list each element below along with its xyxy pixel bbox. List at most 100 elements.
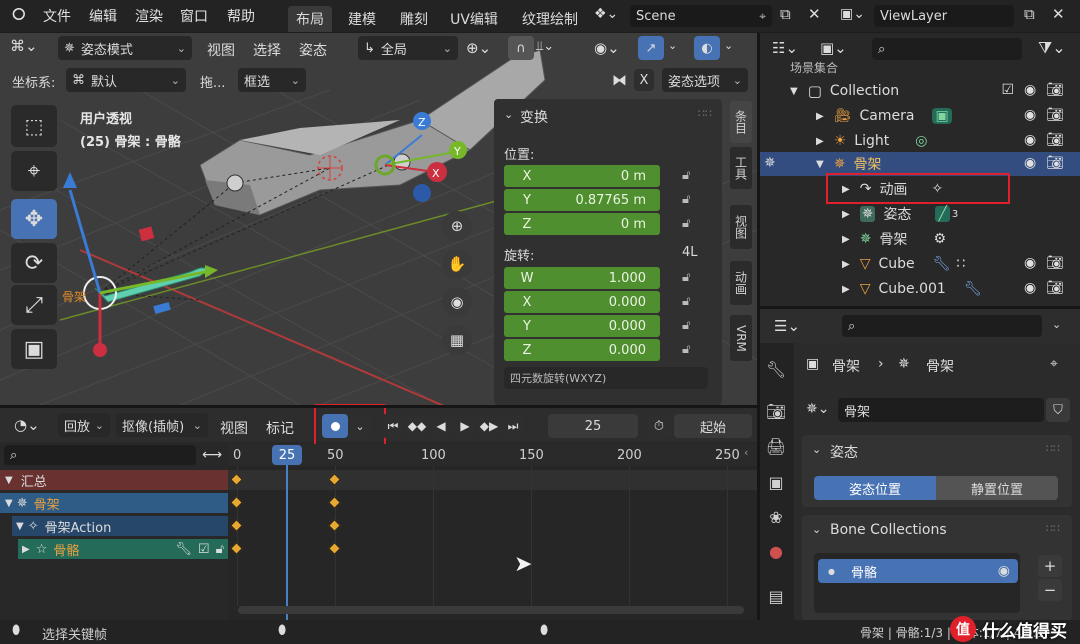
expand-camera-icon[interactable]: ▶︎ — [816, 111, 824, 122]
jump-key-back-button[interactable]: ◆◆ — [406, 414, 428, 438]
tab-layout[interactable]: 布局 — [288, 6, 332, 32]
properties-editor-type-icon[interactable]: ☰⌄ — [774, 317, 800, 335]
timeline-scrollbar[interactable] — [238, 606, 744, 614]
editor-type-icon[interactable]: ⌘⌄ — [10, 37, 38, 55]
expand-cube-001-icon[interactable]: ▶︎ — [842, 284, 850, 295]
pose-section-drag-icon[interactable]: ∷∷ — [1046, 442, 1060, 455]
play-button[interactable]: ▶︎ — [454, 414, 476, 438]
expand-armature-outliner-icon[interactable]: ▼ — [816, 159, 824, 170]
properties-search-input[interactable]: ⌕ — [842, 315, 1042, 337]
new-scene-icon[interactable]: ⧉ — [780, 5, 791, 23]
outliner-item-cube-001[interactable]: ▶︎ ▽ Cube.001 🔧︎ — [842, 277, 982, 301]
collection-properties-icon[interactable]: ▤ — [764, 587, 788, 606]
snap-toggle[interactable]: ∩ — [508, 36, 534, 60]
camera-view-button[interactable]: ◉ — [442, 287, 472, 317]
pose-options-dropdown[interactable]: 姿态选项 ⌄ — [662, 68, 748, 92]
expand-armature-data-icon[interactable]: ▶︎ — [842, 234, 850, 245]
timeline-menu-view[interactable]: 视图 — [220, 418, 248, 438]
jump-start-button[interactable]: ⏮︎ — [382, 414, 404, 438]
location-z-field[interactable]: Z0 m — [504, 213, 660, 235]
sidebar-tab-vrm[interactable]: VRM — [730, 315, 752, 361]
bone-collection-item[interactable]: ● 骨骼 ◉ — [818, 559, 1018, 583]
overlay-dropdown-icon[interactable]: ⌄ — [724, 39, 733, 52]
menu-edit[interactable]: 编辑 — [89, 6, 117, 26]
rest-position-button[interactable]: 静置位置 — [936, 476, 1058, 500]
expand-armature-icon[interactable]: ▼ — [5, 498, 13, 509]
start-frame-field[interactable]: 起始 — [674, 414, 752, 438]
timeline-editor-type-icon[interactable]: ◔⌄ — [14, 416, 40, 434]
armature-eye-icon[interactable]: ◉ — [1024, 155, 1036, 171]
menu-pose[interactable]: 姿态 — [299, 40, 327, 60]
tab-modeling[interactable]: 建模 — [340, 6, 384, 32]
scene-field[interactable]: Scene ⌖ — [630, 5, 772, 27]
menu-help[interactable]: 帮助 — [227, 6, 255, 26]
cube-001-eye-icon[interactable]: ◉ — [1024, 280, 1036, 296]
pivot-icon[interactable]: ⊕⌄ — [466, 39, 491, 57]
delete-view-layer-icon[interactable]: ✕ — [1052, 5, 1065, 23]
sync-channels-icon[interactable]: ⟷ — [202, 447, 222, 463]
output-properties-icon[interactable]: 🖨︎ — [764, 437, 788, 456]
lock-rotation-y-icon[interactable]: 🔓︎ — [682, 318, 690, 333]
zoom-button[interactable]: ⊕ — [442, 211, 472, 241]
outliner-editor-type-icon[interactable]: ☷⌄ — [772, 39, 798, 57]
new-view-layer-icon[interactable]: ⧉ — [1024, 5, 1035, 23]
tool-transform[interactable]: ▣ — [11, 329, 57, 369]
x-mirror-badge[interactable]: X — [634, 69, 654, 91]
camera-eye-icon[interactable]: ◉ — [1024, 107, 1036, 123]
tool-scale[interactable]: ⤢ — [11, 285, 57, 325]
drag-dropdown[interactable]: 框选 ⌄ — [238, 68, 306, 92]
dopesheet-area[interactable] — [228, 466, 757, 620]
lock-location-z-icon[interactable]: 🔓︎ — [682, 216, 690, 231]
cube-vertex-group-icon[interactable]: ∷ — [956, 256, 965, 272]
outliner-search-input[interactable]: ⌕ — [872, 38, 1022, 60]
gizmo-toggle[interactable]: ↗ — [638, 36, 664, 60]
current-frame-field[interactable]: 25 — [548, 414, 638, 438]
expand-summary-icon[interactable]: ▼ — [5, 475, 13, 486]
bone-collections-title[interactable]: Bone Collections — [830, 522, 947, 538]
pin-properties-icon[interactable]: ⌖ — [1050, 356, 1058, 372]
channel-search-input[interactable]: ⌕ — [4, 445, 196, 465]
pose-section-title[interactable]: 姿态 — [830, 442, 858, 462]
sidebar-tab-view[interactable]: 视图 — [730, 205, 752, 249]
mode-dropdown[interactable]: ✵ 姿态模式 ⌄ — [58, 36, 192, 60]
channel-summary[interactable]: ▼ 汇总 — [0, 470, 228, 490]
view-layer-icon[interactable]: ▣⌄ — [840, 6, 865, 22]
armature-datablock-field[interactable]: 骨架 — [838, 398, 1044, 422]
overlay-toggle[interactable]: ◐ — [694, 36, 720, 60]
gizmo-dropdown-icon[interactable]: ⌄ — [668, 39, 677, 52]
properties-options-icon[interactable]: ⌄ — [1052, 318, 1061, 331]
timeline-menu-marker[interactable]: 标记 — [266, 418, 294, 438]
armature-restrict-icon[interactable]: ✵ — [764, 155, 776, 171]
outliner-item-camera[interactable]: ▶︎ 🎥︎ Camera ▣ — [816, 104, 952, 128]
lock-rotation-x-icon[interactable]: 🔓︎ — [682, 294, 690, 309]
scene-properties-icon[interactable]: ❀ — [764, 508, 788, 527]
preview-range-toggle[interactable]: ⏱︎ — [646, 414, 672, 438]
orientation-dropdown[interactable]: ↳ 全局 ⌄ — [358, 36, 458, 60]
expand-bone-icon[interactable]: ▶︎ — [22, 544, 30, 555]
rotation-mode-dropdown[interactable]: 四元数旋转(WXYZ) — [504, 367, 708, 389]
expand-pose-icon[interactable]: ▶︎ — [842, 209, 850, 220]
playback-menu[interactable]: 回放 ⌄ — [58, 413, 110, 437]
tool-move[interactable]: ✥ — [11, 199, 57, 239]
location-x-field[interactable]: X0 m — [504, 165, 660, 187]
delete-scene-icon[interactable]: ✕ — [808, 5, 821, 23]
outliner-item-cube[interactable]: ▶︎ ▽ Cube 🔧︎ ∷ — [842, 252, 965, 276]
bone-collections-drag-icon[interactable]: ∷∷ — [1046, 522, 1060, 535]
lock-location-x-icon[interactable]: 🔓︎ — [682, 168, 690, 183]
pose-section-collapse-icon[interactable]: ⌄ — [812, 443, 821, 456]
collection-camera-icon[interactable]: 📷︎ — [1046, 82, 1064, 98]
view-layer-properties-icon[interactable]: ▣ — [764, 473, 788, 492]
tab-sculpting[interactable]: 雕刻 — [392, 6, 436, 32]
cube-eye-icon[interactable]: ◉ — [1024, 255, 1036, 271]
pose-bone-icon[interactable]: ╱ — [935, 206, 950, 222]
panel-drag-icon[interactable]: ∷∷ — [698, 107, 712, 120]
sidebar-tab-item[interactable]: 条目 — [730, 101, 752, 143]
viewport-3d[interactable]: Z Y X ⌘⌄ ✵ 姿态模式 ⌄ 视图 选择 姿态 ↳ 全局 ⌄ ⊕⌄ ∩ ⫫⌄ … — [0, 33, 757, 405]
channel-lock-icon[interactable]: 🔓︎ — [216, 542, 224, 557]
rotation-x-field[interactable]: X 0.000 — [504, 291, 660, 313]
panel-collapse-icon[interactable]: ⌄ — [504, 108, 513, 121]
expand-collection-icon[interactable]: ▼ — [790, 86, 798, 97]
play-reverse-button[interactable]: ◀︎ — [430, 414, 452, 438]
render-properties-icon[interactable]: 📷︎ — [764, 402, 788, 421]
outliner-item-collection[interactable]: ▼ ▢ Collection — [790, 79, 899, 103]
